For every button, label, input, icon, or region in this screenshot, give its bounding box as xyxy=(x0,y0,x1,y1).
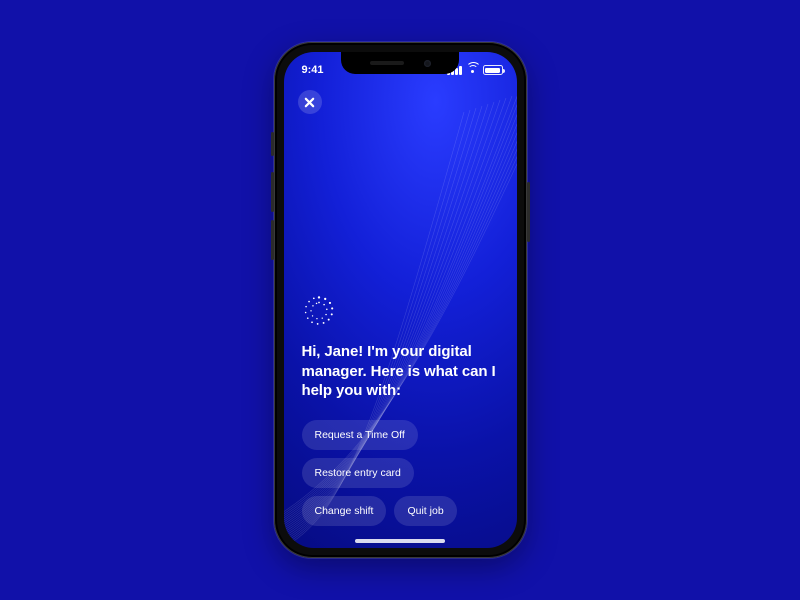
main-content: Hi, Jane! I'm your digital manager. Here… xyxy=(284,294,517,548)
phone-side-button xyxy=(271,220,274,260)
status-time: 9:41 xyxy=(302,64,324,76)
home-indicator[interactable] xyxy=(355,539,445,543)
quick-actions: Request a Time Off Restore entry card Ch… xyxy=(302,420,499,526)
quit-job-button[interactable]: Quit job xyxy=(394,496,456,526)
phone-screen: 9:41 xyxy=(284,52,517,548)
close-button[interactable] xyxy=(298,90,322,114)
request-time-off-button[interactable]: Request a Time Off xyxy=(302,420,418,450)
phone-side-button xyxy=(271,132,274,156)
phone-side-button xyxy=(527,182,530,242)
phone-front-camera xyxy=(424,60,431,67)
phone-frame: 9:41 xyxy=(274,42,527,558)
battery-icon xyxy=(483,65,503,75)
phone-speaker xyxy=(370,61,404,65)
close-icon xyxy=(304,97,315,108)
wifi-icon xyxy=(466,65,479,75)
greeting-text: Hi, Jane! I'm your digital manager. Here… xyxy=(302,342,499,400)
phone-notch xyxy=(341,52,459,74)
assistant-orb-icon xyxy=(302,294,336,328)
change-shift-button[interactable]: Change shift xyxy=(302,496,387,526)
restore-entry-card-button[interactable]: Restore entry card xyxy=(302,458,414,488)
phone-side-button xyxy=(271,172,274,212)
